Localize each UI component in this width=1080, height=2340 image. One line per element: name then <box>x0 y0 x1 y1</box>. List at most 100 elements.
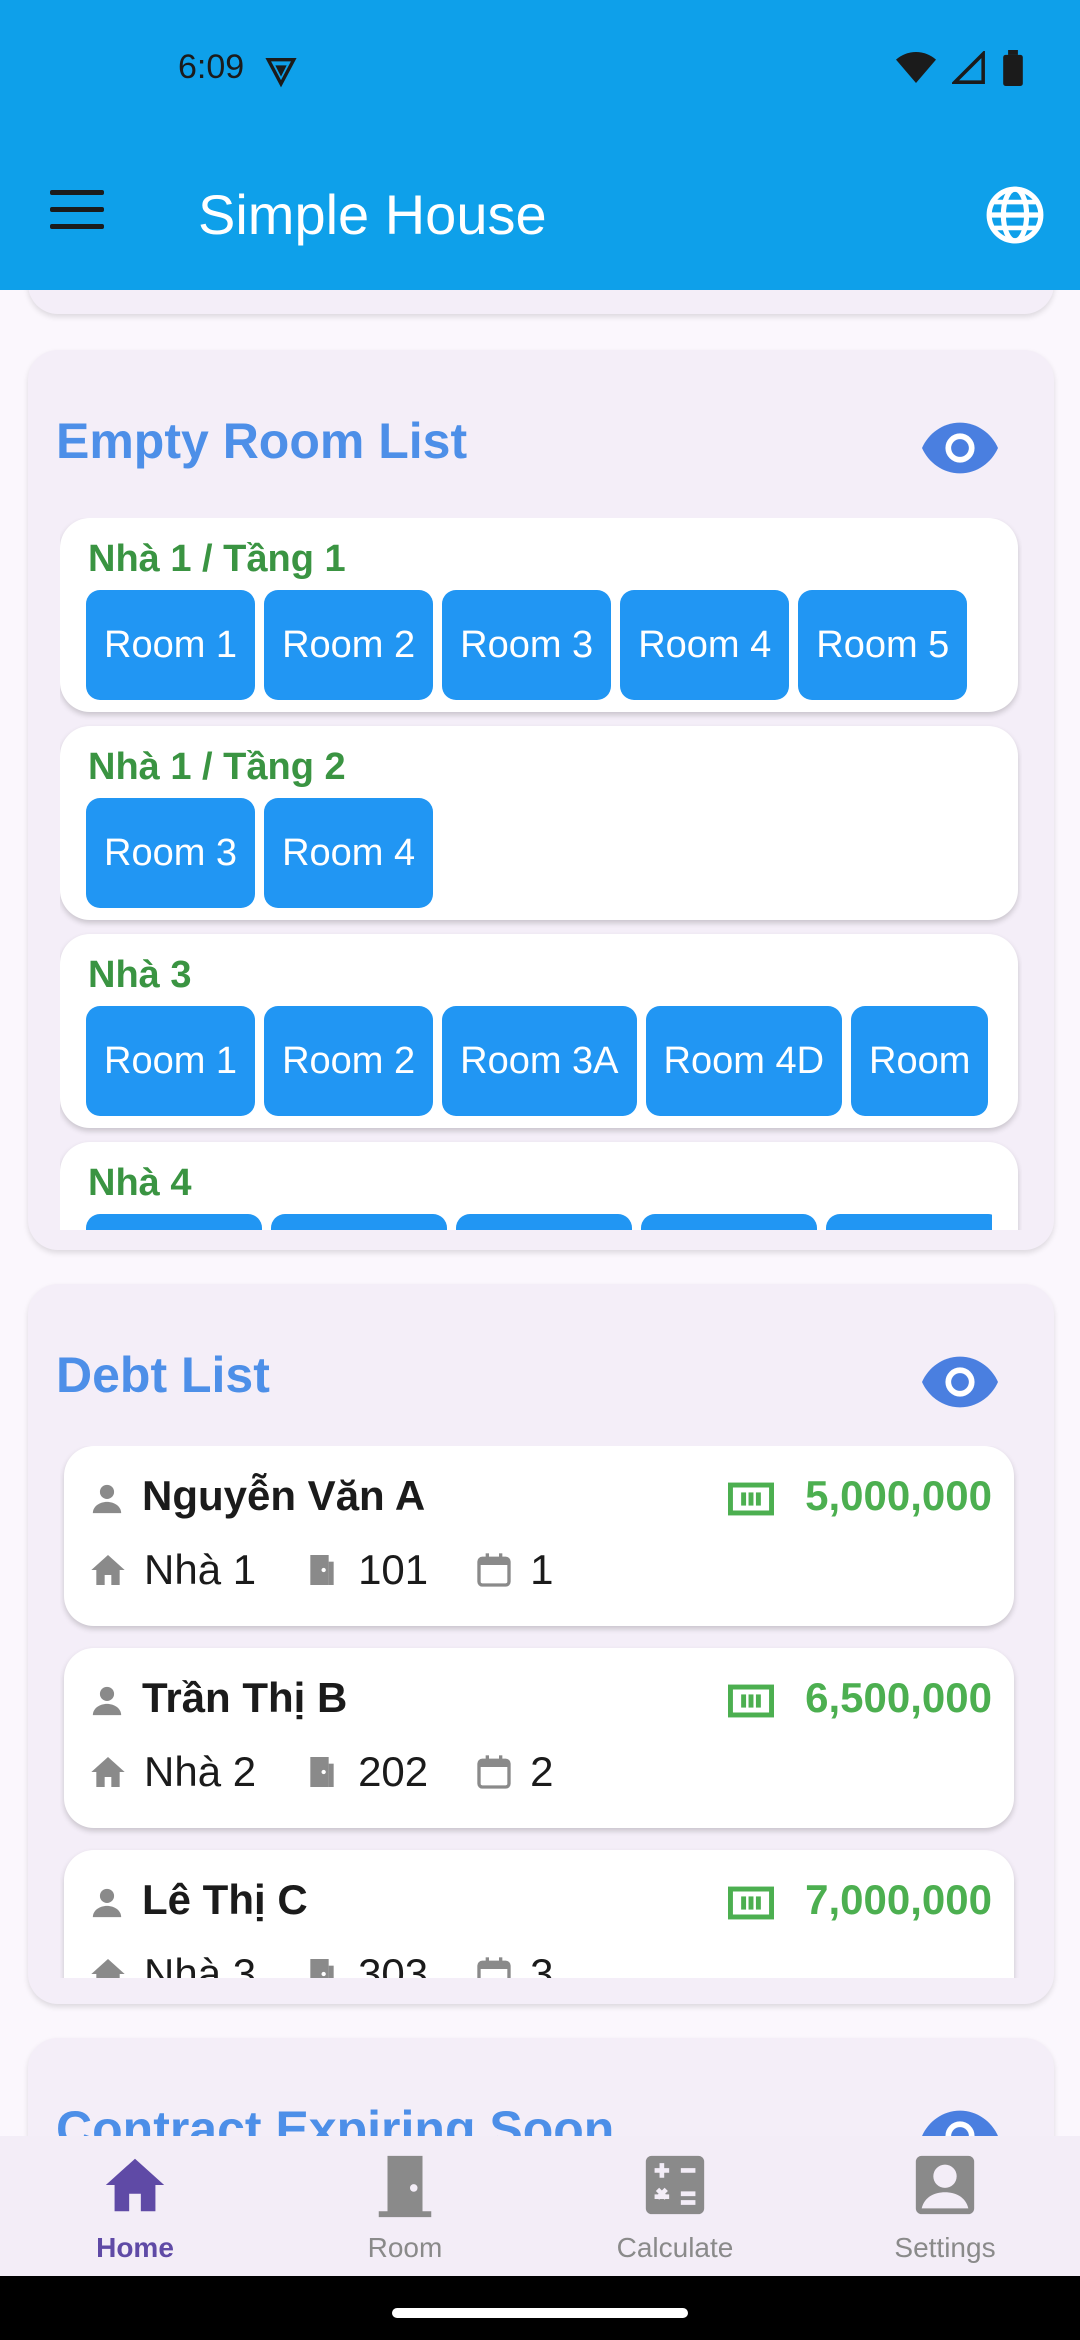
section-title-debt: Debt List <box>56 1347 270 1403</box>
room-number: 101 <box>358 1546 429 1593</box>
nav-label: Home <box>96 2232 174 2263</box>
debt-list[interactable]: Nguyễn Văn A 5,000,000 Nhà 1 101 1 Trần … <box>60 1446 1022 1978</box>
person-icon <box>92 1888 122 1918</box>
gesture-handle[interactable] <box>392 2308 688 2318</box>
section-title-contracts: Contract Expiring Soon <box>56 2101 615 2136</box>
person-icon <box>92 1686 122 1716</box>
floor-label: Nhà 3 <box>88 954 192 996</box>
nav-calculate[interactable]: Calculate <box>540 2136 810 2276</box>
home-icon <box>91 1555 125 1585</box>
money-icon <box>728 1482 774 1516</box>
home-icon <box>91 1757 125 1787</box>
door-icon <box>310 1959 334 1978</box>
door-icon <box>310 1555 334 1585</box>
debt-amount: 5,000,000 <box>805 1472 992 1519</box>
menu-icon[interactable] <box>50 190 104 234</box>
account-box-icon <box>915 2155 975 2215</box>
home-icon <box>91 1959 125 1978</box>
app-bar: Simple House <box>0 140 1080 290</box>
house-label: Nhà 2 <box>144 1748 257 1795</box>
room-chip[interactable] <box>456 1214 632 1230</box>
debt-amount: 6,500,000 <box>805 1674 992 1721</box>
debt-card[interactable]: Nguyễn Văn A 5,000,000 Nhà 1 101 1 <box>64 1446 1014 1626</box>
room-chip[interactable]: Room 4 <box>264 798 434 908</box>
money-icon <box>728 1886 774 1920</box>
month-count: 3 <box>530 1950 554 1978</box>
eye-icon[interactable] <box>922 1354 998 1410</box>
bottom-navigation: Home Room Calculate Settings <box>0 2136 1080 2276</box>
door-icon <box>378 2155 432 2218</box>
floor-card: Nhà 1 / Tầng 2 Room 3 Room 4 <box>60 726 1018 920</box>
nav-room[interactable]: Room <box>270 2136 540 2276</box>
money-icon <box>728 1684 774 1718</box>
nav-label: Calculate <box>616 2232 734 2263</box>
room-chip[interactable]: Room 3 <box>442 590 612 700</box>
floor-card: Nhà 4 <box>60 1142 1018 1230</box>
empty-room-section: Empty Room List Nhà 1 / Tầng 1 Room 1 Roo… <box>28 350 1054 1250</box>
room-chip[interactable]: Room 1 <box>86 590 256 700</box>
tenant-name: Nguyễn Văn A <box>142 1472 426 1519</box>
eye-icon[interactable] <box>922 2108 998 2136</box>
contract-section: Contract Expiring Soon <box>28 2038 1054 2136</box>
room-chip[interactable]: Room 5 <box>798 590 968 700</box>
debt-meta: Nhà 1 101 1 <box>88 1546 600 1594</box>
room-number: 303 <box>358 1950 429 1978</box>
rooms-row[interactable] <box>86 1214 992 1230</box>
room-chip[interactable]: Room 2 <box>264 1006 434 1116</box>
globe-icon[interactable] <box>984 184 1046 246</box>
gesture-bar <box>0 2276 1080 2340</box>
rooms-row[interactable]: Room 3 Room 4 <box>86 798 992 908</box>
room-number: 202 <box>358 1748 429 1795</box>
vpn-icon <box>265 57 297 88</box>
nav-label: Settings <box>894 2232 996 2263</box>
previous-section-card <box>28 290 1054 314</box>
room-chip[interactable] <box>826 1214 992 1230</box>
nav-label: Room <box>367 2232 443 2263</box>
room-chip[interactable] <box>641 1214 817 1230</box>
battery-icon <box>1003 50 1023 86</box>
room-chip[interactable]: Room 3A <box>442 1006 637 1116</box>
app-title: Simple House <box>198 183 547 246</box>
eye-icon[interactable] <box>922 420 998 476</box>
empty-room-list[interactable]: Nhà 1 / Tầng 1 Room 1 Room 2 Room 3 Room 4R… <box>60 518 1022 1230</box>
room-chip[interactable]: Room 4D <box>645 1006 843 1116</box>
room-chip[interactable]: Room 2 <box>264 590 434 700</box>
signal-icon <box>952 51 985 84</box>
tenant-name: Trần Thị B <box>142 1674 348 1721</box>
wifi-icon <box>896 52 936 83</box>
floor-label: Nhà 1 / Tầng 2 <box>88 746 346 788</box>
room-chip[interactable] <box>86 1214 262 1230</box>
debt-card[interactable]: Lê Thị C 7,000,000 Nhà 3 303 3 <box>64 1850 1014 1978</box>
debt-section: Debt List Nguyễn Văn A 5,000,000 Nhà 1 1… <box>28 1284 1054 2004</box>
status-time: 6:09 <box>178 48 245 86</box>
section-title-empty-rooms: Empty Room List <box>56 413 468 469</box>
rooms-row[interactable]: Room 1 Room 2 Room 3A Room 4D Room <box>86 1006 992 1116</box>
month-count: 2 <box>530 1748 554 1795</box>
debt-card[interactable]: Trần Thị B 6,500,000 Nhà 2 202 2 <box>64 1648 1014 1828</box>
floor-label: Nhà 4 <box>88 1162 192 1204</box>
room-chip[interactable] <box>271 1214 447 1230</box>
door-icon <box>310 1757 334 1787</box>
floor-card: Nhà 1 / Tầng 1 Room 1 Room 2 Room 3 Room 4R… <box>60 518 1018 712</box>
floor-label: Nhà 1 / Tầng 1 <box>88 538 346 580</box>
home-icon <box>105 2158 165 2212</box>
room-chip[interactable]: Room 4 <box>620 590 790 700</box>
person-icon <box>92 1484 122 1514</box>
room-chip[interactable]: Room 3 <box>86 798 256 908</box>
calendar-icon <box>477 1755 511 1789</box>
nav-home[interactable]: Home <box>0 2136 270 2276</box>
house-label: Nhà 3 <box>144 1950 257 1978</box>
house-label: Nhà 1 <box>144 1546 257 1593</box>
debt-amount: 7,000,000 <box>805 1876 992 1923</box>
calculator-icon <box>645 2155 705 2215</box>
dashboard-content[interactable]: Empty Room List Nhà 1 / Tầng 1 Room 1 Roo… <box>0 290 1080 2136</box>
status-bar: 6:09 <box>0 0 1080 140</box>
calendar-icon <box>477 1957 511 1978</box>
nav-settings[interactable]: Settings <box>810 2136 1080 2276</box>
tenant-name: Lê Thị C <box>142 1876 308 1923</box>
room-chip[interactable]: Room 1 <box>86 1006 256 1116</box>
rooms-row[interactable]: Room 1 Room 2 Room 3 Room 4 Room 5 <box>86 590 992 700</box>
month-count: 1 <box>530 1546 554 1593</box>
calendar-icon <box>477 1553 511 1587</box>
room-chip[interactable]: Room <box>851 1006 989 1116</box>
